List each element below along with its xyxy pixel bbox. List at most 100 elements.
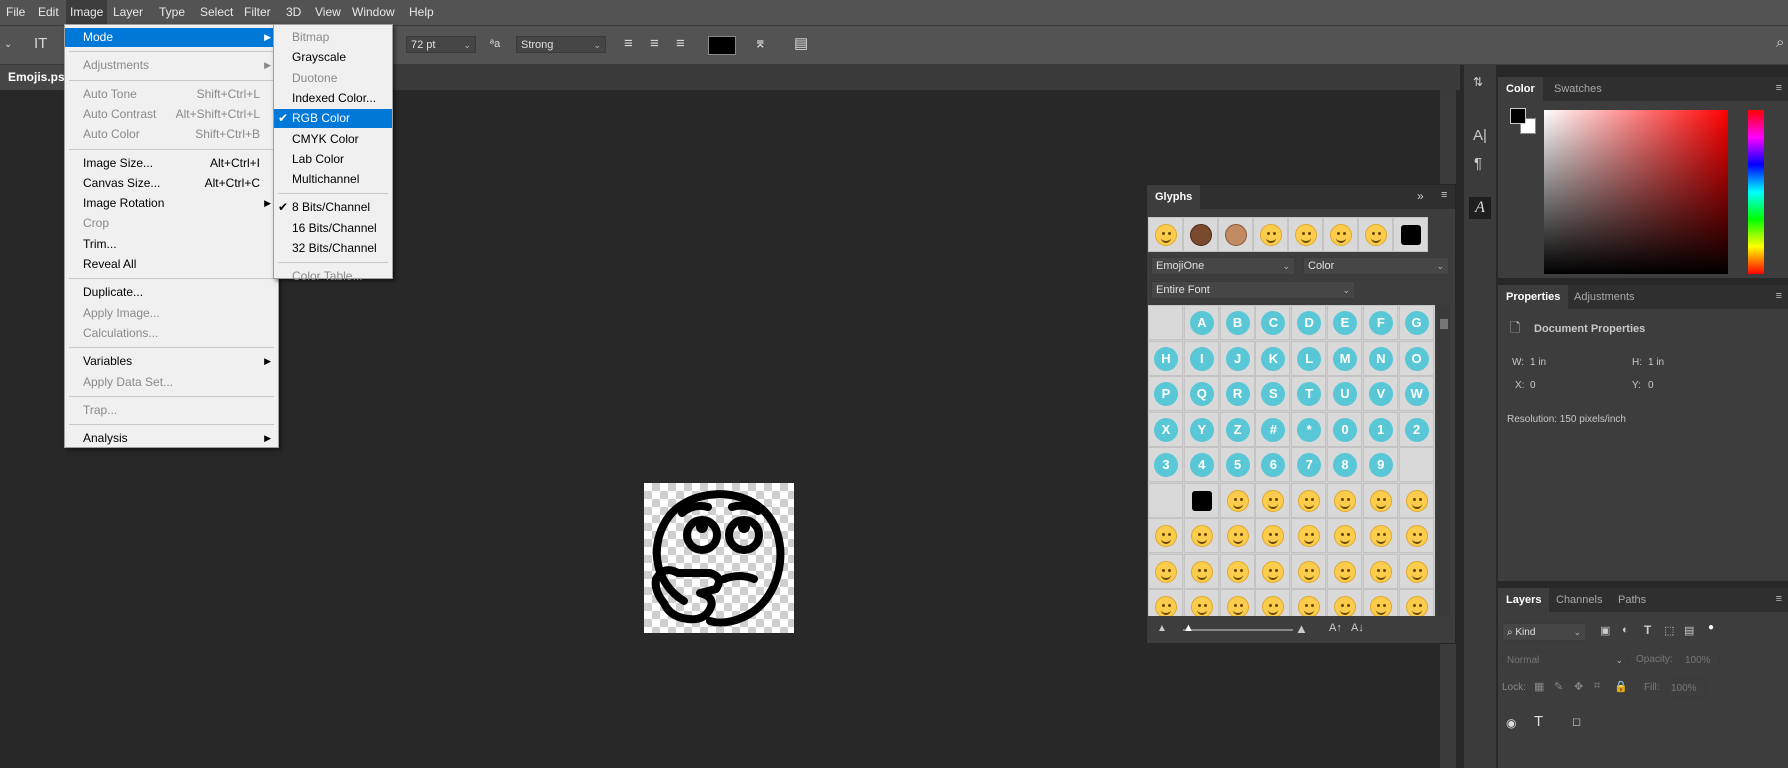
filter-smart-object-icon[interactable]: ▤ — [1684, 624, 1694, 637]
tab-paths[interactable]: Paths — [1610, 588, 1654, 612]
glyph-cell[interactable]: H — [1148, 340, 1183, 376]
glyph-cell[interactable]: F — [1362, 305, 1398, 340]
scroll-thumb[interactable] — [1440, 319, 1448, 329]
layer-extra-icon[interactable]: ◻ — [1572, 715, 1581, 728]
tab-layers[interactable]: Layers — [1498, 588, 1550, 612]
glyph-cell[interactable] — [1219, 518, 1255, 553]
menu-item-apply-image[interactable]: Apply Image... — [65, 304, 278, 323]
glyph-cell[interactable]: 6 — [1255, 447, 1291, 482]
increase-size-icon[interactable]: A↑ — [1329, 622, 1342, 634]
y-value[interactable]: 0 — [1648, 380, 1654, 391]
filter-toggle-icon[interactable]: ● — [1708, 622, 1714, 633]
glyphs-icon[interactable]: A — [1469, 197, 1491, 219]
menu-item-auto-tone[interactable]: Auto Tone Shift+Ctrl+L — [65, 85, 278, 104]
recent-glyph-cell[interactable] — [1323, 217, 1358, 252]
glyph-cell[interactable]: G — [1398, 305, 1434, 340]
menu-image[interactable]: Image — [66, 0, 108, 25]
glyph-cell[interactable] — [1362, 553, 1398, 589]
lock-artboard-icon[interactable]: ⌗ — [1594, 680, 1600, 693]
glyph-cell[interactable] — [1183, 589, 1219, 616]
mode-item-indexed-color[interactable]: Indexed Color... — [274, 89, 392, 108]
glyph-cell[interactable] — [1255, 589, 1291, 616]
zoom-out-icon[interactable]: ▲ — [1157, 623, 1167, 634]
glyph-cell[interactable]: 3 — [1148, 447, 1183, 482]
align-left-icon[interactable]: ≡ — [624, 35, 633, 53]
glyph-cell[interactable]: V — [1362, 376, 1398, 411]
glyph-cell[interactable]: A — [1183, 305, 1219, 340]
glyph-cell[interactable]: * — [1291, 411, 1327, 447]
glyph-cell[interactable]: T — [1291, 376, 1327, 411]
glyph-cell[interactable]: C — [1255, 305, 1291, 340]
lock-image-icon[interactable]: ✎ — [1554, 680, 1563, 693]
glyph-cell[interactable] — [1327, 518, 1362, 553]
panel-menu-icon[interactable]: ≡ — [1776, 290, 1782, 302]
glyph-cell[interactable] — [1362, 518, 1398, 553]
menu-help[interactable]: Help — [405, 0, 438, 25]
glyph-cell[interactable]: E — [1327, 305, 1362, 340]
glyph-cell[interactable]: I — [1183, 340, 1219, 376]
history-icon[interactable]: ⇅ — [1473, 75, 1483, 89]
menu-type[interactable]: Type — [155, 0, 189, 25]
glyph-cell[interactable] — [1148, 305, 1183, 340]
glyph-cell[interactable] — [1398, 447, 1434, 482]
glyph-cell[interactable] — [1219, 589, 1255, 616]
filter-pixel-icon[interactable]: ▣ — [1600, 624, 1610, 637]
vertical-type-tool-icon[interactable]: IT — [34, 35, 47, 53]
glyph-grid[interactable]: A B C D E F G H I J K L M N O P Q R S T U V W X Y Z # * 0 1 2 3 4 5 6 7 8 9 — [1148, 305, 1435, 616]
color-field[interactable] — [1544, 110, 1728, 274]
collapse-icon[interactable]: » — [1417, 189, 1424, 203]
glyph-cell[interactable] — [1148, 589, 1183, 616]
antialias-select[interactable]: Strong ⌄ — [516, 36, 606, 53]
glyph-cell[interactable]: N — [1362, 340, 1398, 376]
type-layer-icon[interactable]: T — [1534, 713, 1543, 730]
blend-mode-select[interactable]: Normal ⌄ — [1502, 651, 1628, 669]
glyph-cell[interactable]: O — [1398, 340, 1434, 376]
menu-item-image-rotation[interactable]: Image Rotation ▶ — [65, 194, 278, 213]
glyph-cell[interactable] — [1255, 518, 1291, 553]
recent-glyph-cell[interactable] — [1183, 217, 1218, 252]
menu-item-calculations[interactable]: Calculations... — [65, 324, 278, 343]
menu-item-mode[interactable]: Mode ▶ — [65, 28, 278, 47]
glyph-cell[interactable]: X — [1148, 411, 1183, 447]
zoom-in-icon[interactable]: ▲ — [1295, 621, 1308, 636]
layer-kind-filter[interactable]: ⌕ Kind ⌄ — [1502, 623, 1586, 641]
glyph-cell[interactable]: M — [1327, 340, 1362, 376]
glyph-cell[interactable]: 4 — [1183, 447, 1219, 482]
glyph-cell[interactable]: Y — [1183, 411, 1219, 447]
glyph-cell[interactable]: D — [1291, 305, 1327, 340]
filter-shape-icon[interactable]: ⬚ — [1664, 624, 1674, 637]
glyph-cell[interactable] — [1148, 553, 1183, 589]
glyph-cell[interactable] — [1219, 482, 1255, 518]
font-style-select[interactable]: Color ⌄ — [1303, 257, 1449, 275]
mode-item-bitmap[interactable]: Bitmap — [274, 28, 392, 47]
font-size-field[interactable]: 72 pt ⌄ — [406, 36, 476, 53]
zoom-slider-thumb[interactable]: ▲ — [1183, 622, 1194, 634]
paragraph-icon[interactable]: ¶ — [1474, 155, 1482, 172]
glyph-cell[interactable] — [1362, 589, 1398, 616]
recent-glyph-cell[interactable] — [1393, 217, 1428, 252]
glyph-filter-select[interactable]: Entire Font ⌄ — [1151, 281, 1355, 299]
tab-glyphs[interactable]: Glyphs — [1147, 185, 1201, 209]
glyph-cell[interactable] — [1291, 589, 1327, 616]
menu-item-variables[interactable]: Variables ▶ — [65, 352, 278, 371]
glyph-cell[interactable]: S — [1255, 376, 1291, 411]
menu-edit[interactable]: Edit — [34, 0, 63, 25]
mode-item-8-bits-channel[interactable]: ✔ 8 Bits/Channel — [274, 198, 392, 217]
glyph-cell[interactable] — [1327, 482, 1362, 518]
fill-field[interactable]: 100% — [1666, 679, 1706, 697]
mode-item-grayscale[interactable]: Grayscale — [274, 48, 392, 67]
glyph-cell[interactable]: L — [1291, 340, 1327, 376]
recent-glyph-cell[interactable] — [1148, 217, 1183, 252]
menu-item-auto-contrast[interactable]: Auto Contrast Alt+Shift+Ctrl+L — [65, 105, 278, 124]
glyph-cell[interactable]: 5 — [1219, 447, 1255, 482]
glyph-cell[interactable]: K — [1255, 340, 1291, 376]
mode-item-32-bits-channel[interactable]: 32 Bits/Channel — [274, 239, 392, 258]
height-value[interactable]: 1 in — [1648, 357, 1664, 368]
align-right-icon[interactable]: ≡ — [676, 35, 685, 53]
glyph-cell[interactable] — [1291, 553, 1327, 589]
mode-item-color-table[interactable]: Color Table... — [274, 267, 392, 286]
glyph-cell[interactable] — [1398, 518, 1434, 553]
glyph-cell[interactable] — [1398, 589, 1434, 616]
width-value[interactable]: 1 in — [1530, 357, 1546, 368]
glyph-cell[interactable]: 0 — [1327, 411, 1362, 447]
